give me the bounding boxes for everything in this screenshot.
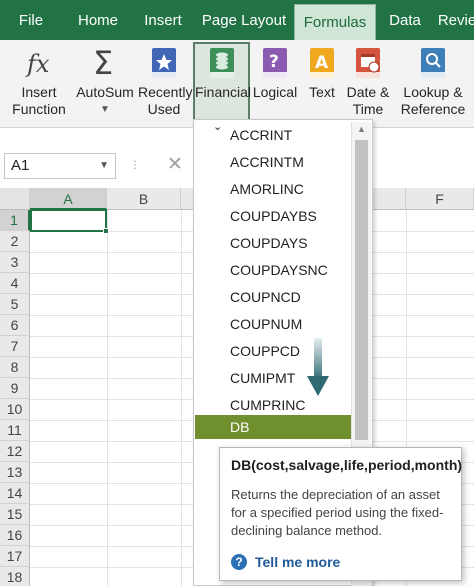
name-box[interactable]: A1 ▼ bbox=[4, 153, 116, 179]
autosum-button[interactable]: Σ AutoSum ▼ bbox=[74, 44, 136, 124]
help-icon: ? bbox=[231, 554, 247, 570]
logical-button[interactable]: ? Logical bbox=[252, 44, 298, 124]
fill-handle[interactable] bbox=[103, 228, 109, 234]
tooltip-description: Returns the depreciation of an asset for… bbox=[231, 487, 444, 538]
fx-icon: fx bbox=[25, 50, 50, 78]
row-header[interactable]: 18 bbox=[0, 567, 30, 586]
calendar-book-icon bbox=[356, 48, 380, 78]
scroll-down-arrow-icon bbox=[307, 338, 329, 396]
tell-me-more-label: Tell me more bbox=[255, 554, 341, 570]
chevron-down-icon[interactable]: ▼ bbox=[99, 154, 109, 178]
row-header[interactable]: 10 bbox=[0, 399, 30, 420]
text-button[interactable]: A Text bbox=[302, 44, 342, 124]
menu-item-coupnum[interactable]: COUPNUM bbox=[195, 311, 353, 338]
recently-used-label-line2: Used bbox=[147, 101, 181, 117]
row-header[interactable]: 6 bbox=[0, 315, 30, 336]
chevron-down-icon: ▼ bbox=[100, 104, 110, 115]
row-header[interactable]: 12 bbox=[0, 441, 30, 462]
tab-file[interactable]: File bbox=[8, 0, 54, 40]
function-tooltip: DB(cost,salvage,life,period,month) Retur… bbox=[219, 447, 462, 581]
menu-item-accrintm[interactable]: ACCRINTM bbox=[195, 149, 353, 176]
row-header[interactable]: 7 bbox=[0, 336, 30, 357]
select-all-corner[interactable] bbox=[0, 188, 30, 210]
star-book-icon bbox=[152, 48, 176, 78]
row-header[interactable]: 14 bbox=[0, 483, 30, 504]
row-header[interactable]: 15 bbox=[0, 504, 30, 525]
recently-used-label-line1: Recently bbox=[138, 84, 193, 100]
column-header-f[interactable]: F bbox=[406, 188, 474, 210]
insert-function-button[interactable]: fx Insert Function bbox=[8, 44, 70, 124]
selected-cell-a1[interactable] bbox=[30, 209, 109, 234]
row-header[interactable]: 9 bbox=[0, 378, 30, 399]
svg-text:Σ: Σ bbox=[93, 46, 113, 80]
menu-item-coupncd[interactable]: COUPNCD bbox=[195, 284, 353, 311]
column-header-b[interactable]: B bbox=[107, 188, 181, 210]
date-time-label-line2: Time bbox=[352, 101, 384, 117]
row-header[interactable]: 1 bbox=[0, 210, 30, 231]
text-label: Text bbox=[309, 84, 335, 100]
date-time-label-line1: Date & bbox=[346, 84, 390, 100]
search-book-icon bbox=[421, 48, 445, 78]
column-header-a[interactable]: A bbox=[30, 188, 107, 210]
insert-function-label-line1: Insert bbox=[21, 84, 57, 100]
scroll-up-icon[interactable]: ▲ bbox=[357, 124, 366, 134]
cancel-button[interactable]: ✕ bbox=[160, 153, 190, 179]
ribbon-tab-bar: File Home Insert Page Layout Formulas Da… bbox=[0, 0, 474, 40]
text-book-icon: A bbox=[310, 48, 334, 78]
menu-item-amorlinc[interactable]: AMORLINC bbox=[195, 176, 353, 203]
row-header[interactable]: 16 bbox=[0, 525, 30, 546]
lookup-reference-button[interactable]: Lookup & Reference bbox=[396, 44, 470, 124]
svg-text:A: A bbox=[315, 53, 329, 73]
question-book-icon: ? bbox=[263, 48, 287, 78]
svg-text:fx: fx bbox=[25, 50, 50, 78]
tab-data[interactable]: Data bbox=[384, 0, 426, 40]
row-header[interactable]: 11 bbox=[0, 420, 30, 441]
lookup-label-line1: Lookup & bbox=[403, 84, 463, 100]
financial-button[interactable]: Financial bbox=[193, 42, 252, 122]
tab-insert[interactable]: Insert bbox=[136, 0, 190, 40]
menu-item-coupdays[interactable]: COUPDAYS bbox=[195, 230, 353, 257]
menu-item-db[interactable]: DB bbox=[195, 415, 353, 439]
tab-home[interactable]: Home bbox=[68, 0, 128, 40]
tab-formulas[interactable]: Formulas bbox=[294, 4, 376, 40]
scrollbar-thumb[interactable] bbox=[355, 140, 368, 440]
tooltip-signature: DB(cost,salvage,life,period,month) bbox=[231, 457, 463, 473]
row-header[interactable]: 3 bbox=[0, 252, 30, 273]
menu-item-coupdaybs[interactable]: COUPDAYBS bbox=[195, 203, 353, 230]
row-header[interactable]: 8 bbox=[0, 357, 30, 378]
svg-text:?: ? bbox=[269, 52, 279, 72]
gridline bbox=[107, 210, 108, 586]
row-header[interactable]: 5 bbox=[0, 294, 30, 315]
menu-item-couppcd[interactable]: COUPPCD bbox=[195, 338, 353, 365]
row-header[interactable]: 2 bbox=[0, 231, 30, 252]
tell-me-more-link[interactable]: ? Tell me more bbox=[231, 554, 340, 570]
menu-item-coupdaysnc[interactable]: COUPDAYSNC bbox=[195, 257, 353, 284]
row-header[interactable]: 13 bbox=[0, 462, 30, 483]
autosum-label: AutoSum bbox=[76, 84, 134, 100]
tab-page-layout[interactable]: Page Layout bbox=[200, 0, 288, 40]
tab-review[interactable]: Revie bbox=[436, 0, 474, 40]
money-book-icon bbox=[209, 48, 234, 78]
more-options-icon: ⋮ bbox=[130, 160, 140, 171]
financial-label: Financial bbox=[195, 84, 252, 100]
menu-item-cumipmt[interactable]: CUMIPMT bbox=[195, 365, 353, 392]
chevron-down-icon: ⌄ bbox=[213, 121, 223, 133]
date-time-button[interactable]: Date & Time bbox=[344, 44, 392, 124]
lookup-label-line2: Reference bbox=[400, 101, 466, 117]
insert-function-label-line2: Function bbox=[12, 101, 66, 117]
formulas-ribbon: fx Insert Function Σ AutoSum ▼ Recently … bbox=[0, 40, 474, 128]
sigma-icon: Σ bbox=[93, 46, 113, 80]
row-header[interactable]: 17 bbox=[0, 546, 30, 567]
recently-used-button[interactable]: Recently Used bbox=[138, 44, 193, 124]
gridline bbox=[181, 210, 182, 586]
logical-label: Logical bbox=[252, 84, 298, 100]
name-box-value: A1 bbox=[11, 157, 30, 174]
row-header[interactable]: 4 bbox=[0, 273, 30, 294]
